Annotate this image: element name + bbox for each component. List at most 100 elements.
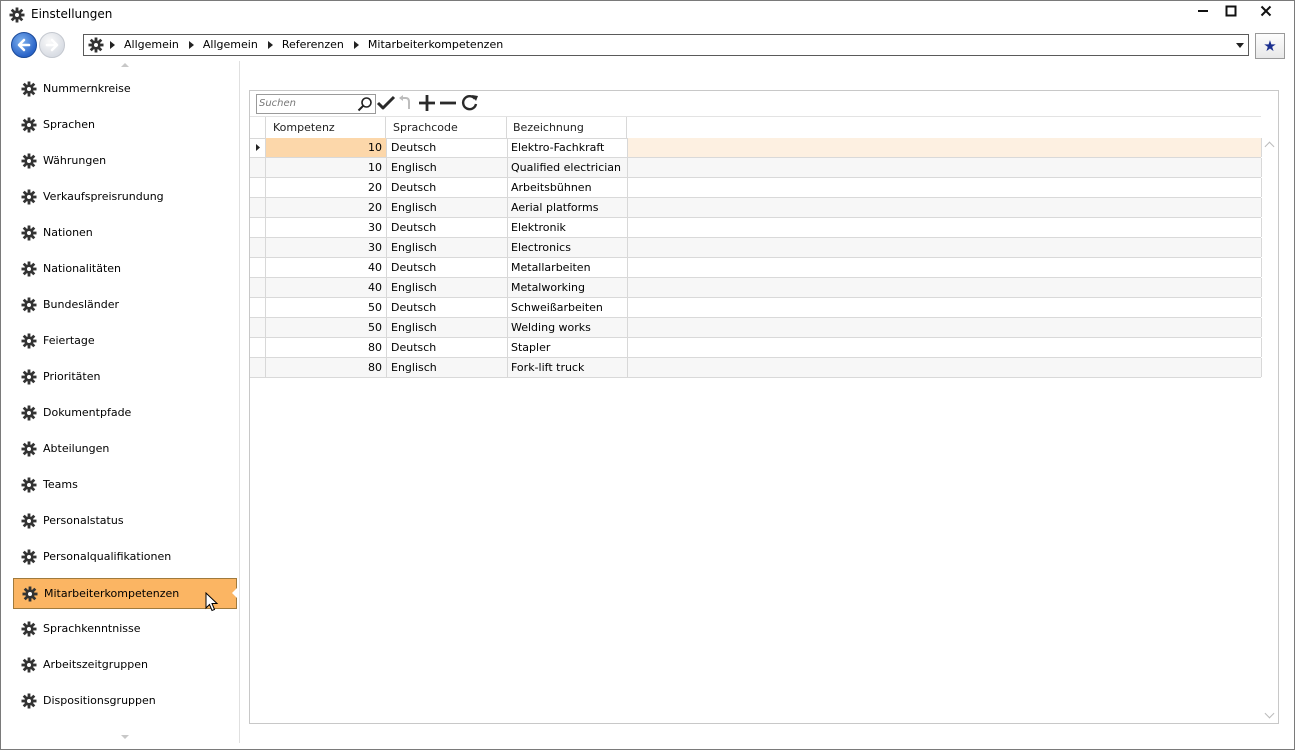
cell-sprachcode[interactable]: Englisch xyxy=(387,238,508,257)
cell-bezeichnung[interactable]: Fork-lift truck xyxy=(507,358,628,377)
table-row[interactable]: 40 Englisch Metalworking xyxy=(250,278,1262,298)
address-bar[interactable]: Allgemein Allgemein Referenzen Mitarbeit… xyxy=(83,34,1249,56)
row-indicator[interactable] xyxy=(250,198,266,217)
row-indicator[interactable] xyxy=(250,338,266,357)
table-row[interactable]: 30 Englisch Electronics xyxy=(250,238,1262,258)
table-row[interactable]: 80 Deutsch Stapler xyxy=(250,338,1262,358)
sidebar-item[interactable]: Dokumentpfade xyxy=(13,398,237,427)
search-input[interactable] xyxy=(259,95,355,111)
vertical-scrollbar[interactable] xyxy=(1263,116,1277,722)
sidebar-item[interactable]: Dispositionsgruppen xyxy=(13,686,237,715)
sidebar-item[interactable]: Prioritäten xyxy=(13,362,237,391)
cell-bezeichnung[interactable]: Schweißarbeiten xyxy=(507,298,628,317)
cell-kompetenz[interactable]: 30 xyxy=(266,238,387,257)
table-row[interactable]: 50 Englisch Welding works xyxy=(250,318,1262,338)
row-indicator[interactable] xyxy=(250,278,266,297)
cell-kompetenz[interactable]: 80 xyxy=(266,358,387,377)
cell-sprachcode[interactable]: Deutsch xyxy=(387,178,508,197)
cell-bezeichnung[interactable]: Qualified electrician xyxy=(507,158,628,177)
row-indicator[interactable] xyxy=(250,158,266,177)
refresh-button[interactable] xyxy=(460,94,480,112)
back-button[interactable] xyxy=(11,32,37,58)
table-row[interactable]: 20 Englisch Aerial platforms xyxy=(250,198,1262,218)
cell-bezeichnung[interactable]: Electronics xyxy=(507,238,628,257)
cell-sprachcode[interactable]: Deutsch xyxy=(387,298,508,317)
row-indicator[interactable] xyxy=(250,218,266,237)
sidebar-item[interactable]: Verkaufspreisrundung xyxy=(13,182,237,211)
save-button[interactable] xyxy=(376,94,396,112)
breadcrumb-item[interactable]: Mitarbeiterkompetenzen xyxy=(353,35,503,55)
cell-sprachcode[interactable]: Deutsch xyxy=(387,138,508,157)
cell-bezeichnung[interactable]: Stapler xyxy=(507,338,628,357)
sidebar-item[interactable]: Nationalitäten xyxy=(13,254,237,283)
cell-sprachcode[interactable]: Deutsch xyxy=(387,258,508,277)
cell-bezeichnung[interactable]: Metallarbeiten xyxy=(507,258,628,277)
cell-bezeichnung[interactable]: Arbeitsbühnen xyxy=(507,178,628,197)
row-indicator[interactable] xyxy=(250,298,266,317)
remove-button[interactable] xyxy=(438,94,458,112)
breadcrumb-item[interactable]: Referenzen xyxy=(267,35,344,55)
cell-kompetenz[interactable]: 80 xyxy=(266,338,387,357)
cell-kompetenz[interactable]: 10 xyxy=(266,138,387,157)
sidebar-item[interactable]: Währungen xyxy=(13,146,237,175)
sidebar-item[interactable]: Nationen xyxy=(13,218,237,247)
sidebar-item[interactable]: Sprachen xyxy=(13,110,237,139)
cell-bezeichnung[interactable]: Aerial platforms xyxy=(507,198,628,217)
search-box[interactable] xyxy=(256,94,376,114)
sidebar-item[interactable]: Bundesländer xyxy=(13,290,237,319)
table-row[interactable]: 40 Deutsch Metallarbeiten xyxy=(250,258,1262,278)
cell-sprachcode[interactable]: Englisch xyxy=(387,158,508,177)
scroll-down-icon[interactable] xyxy=(121,735,129,739)
row-indicator[interactable] xyxy=(250,258,266,277)
table-row[interactable]: 10 Englisch Qualified electrician xyxy=(250,158,1262,178)
sidebar-item[interactable]: Nummernkreise xyxy=(13,74,237,103)
sidebar-item[interactable]: Arbeitszeitgruppen xyxy=(13,650,237,679)
sidebar-item[interactable]: Mitarbeiterkompetenzen xyxy=(13,578,237,609)
row-indicator[interactable] xyxy=(250,238,266,257)
cell-kompetenz[interactable]: 10 xyxy=(266,158,387,177)
sidebar-item[interactable]: Sprachkenntnisse xyxy=(13,614,237,643)
table-row[interactable]: 20 Deutsch Arbeitsbühnen xyxy=(250,178,1262,198)
cell-sprachcode[interactable]: Englisch xyxy=(387,198,508,217)
cell-kompetenz[interactable]: 20 xyxy=(266,178,387,197)
favorites-button[interactable]: ★ xyxy=(1255,33,1285,59)
cell-bezeichnung[interactable]: Welding works xyxy=(507,318,628,337)
sidebar-item[interactable]: Teams xyxy=(13,470,237,499)
cell-bezeichnung[interactable]: Elektro-Fachkraft xyxy=(507,138,628,157)
row-indicator[interactable] xyxy=(250,138,266,157)
scroll-up-icon[interactable] xyxy=(1264,141,1275,152)
cell-kompetenz[interactable]: 50 xyxy=(266,318,387,337)
cell-kompetenz[interactable]: 30 xyxy=(266,218,387,237)
table-row[interactable]: 50 Deutsch Schweißarbeiten xyxy=(250,298,1262,318)
table-row[interactable]: 80 Englisch Fork-lift truck xyxy=(250,358,1262,378)
cell-kompetenz[interactable]: 40 xyxy=(266,258,387,277)
forward-button[interactable] xyxy=(39,32,65,58)
cell-kompetenz[interactable]: 40 xyxy=(266,278,387,297)
cell-kompetenz[interactable]: 20 xyxy=(266,198,387,217)
cell-sprachcode[interactable]: Englisch xyxy=(387,358,508,377)
column-header-sprachcode[interactable]: Sprachcode xyxy=(386,117,507,138)
sidebar-item[interactable]: Feiertage xyxy=(13,326,237,355)
sidebar-item[interactable]: Abteilungen xyxy=(13,434,237,463)
table-row[interactable]: 30 Deutsch Elektronik xyxy=(250,218,1262,238)
cell-sprachcode[interactable]: Englisch xyxy=(387,318,508,337)
sidebar-item[interactable]: Personalstatus xyxy=(13,506,237,535)
maximize-button[interactable] xyxy=(1214,4,1248,24)
table-row[interactable]: 10 Deutsch Elektro-Fachkraft xyxy=(250,138,1262,158)
row-indicator[interactable] xyxy=(250,178,266,197)
cell-sprachcode[interactable]: Englisch xyxy=(387,278,508,297)
chevron-down-icon[interactable] xyxy=(1236,43,1244,48)
cell-sprachcode[interactable]: Deutsch xyxy=(387,218,508,237)
row-indicator[interactable] xyxy=(250,318,266,337)
column-header-kompetenz[interactable]: Kompetenz xyxy=(266,117,386,138)
row-indicator[interactable] xyxy=(250,358,266,377)
column-header-bezeichnung[interactable]: Bezeichnung xyxy=(506,117,627,138)
breadcrumb-item[interactable]: Allgemein xyxy=(110,35,179,55)
sidebar-item[interactable]: Personalqualifikationen xyxy=(13,542,237,571)
cell-bezeichnung[interactable]: Elektronik xyxy=(507,218,628,237)
cell-bezeichnung[interactable]: Metalworking xyxy=(507,278,628,297)
add-button[interactable] xyxy=(417,94,437,112)
breadcrumb-item[interactable]: Allgemein xyxy=(188,35,258,55)
undo-button[interactable] xyxy=(396,94,416,112)
cell-kompetenz[interactable]: 50 xyxy=(266,298,387,317)
